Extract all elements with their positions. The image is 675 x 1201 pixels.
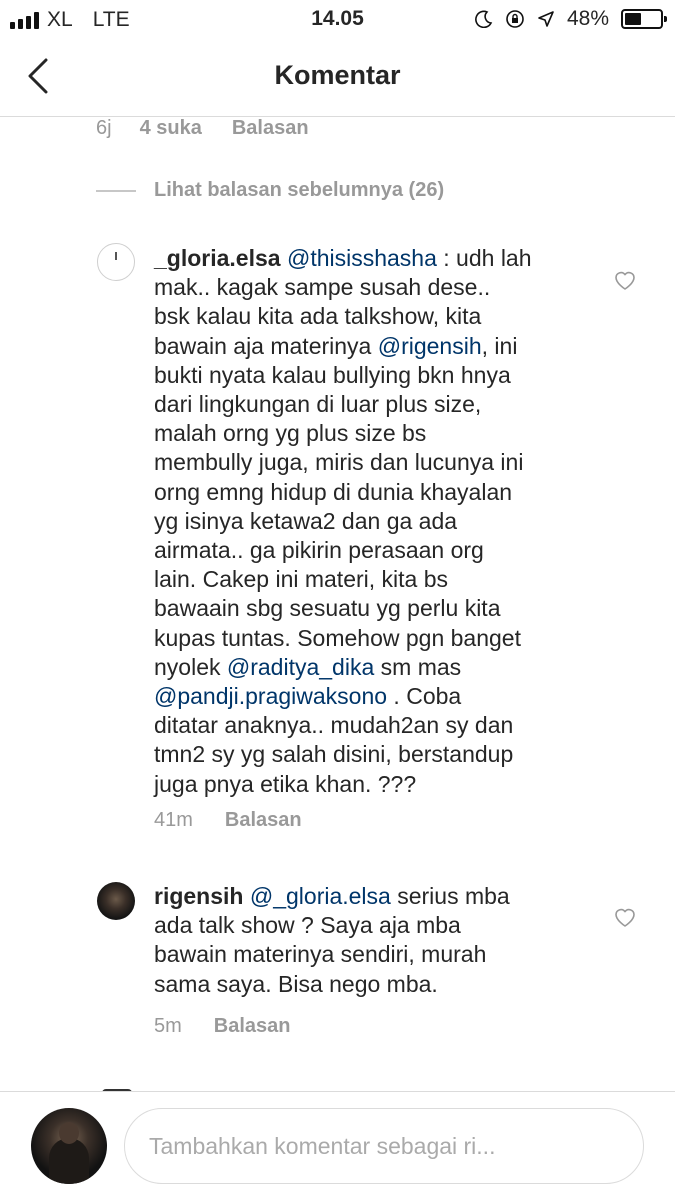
comment-line: ditatar anaknya.. mudah2an sy dan	[154, 712, 514, 739]
battery-icon	[621, 9, 667, 29]
heart-icon[interactable]	[613, 906, 637, 928]
view-previous-replies[interactable]: Lihat balasan sebelumnya (26)	[96, 179, 444, 202]
comment-line: airmata.. ga pikirin perasaan org	[154, 537, 484, 564]
comment-meta: 41m Balasan	[154, 809, 302, 832]
like-count[interactable]: 4 suka	[140, 117, 202, 140]
comment-time: 6j	[96, 117, 112, 139]
comment-line: rigensih @_gloria.elsa serius mba	[154, 883, 510, 909]
divider-line	[96, 189, 136, 192]
comment-input[interactable]	[147, 1131, 621, 1161]
comment-line: bawain materinya sendiri, murah	[154, 941, 487, 968]
comment-time: 41m	[154, 809, 193, 831]
view-previous-label: Lihat balasan sebelumnya (26)	[154, 179, 445, 201]
comment-username[interactable]: _gloria.elsa	[154, 245, 281, 271]
comment-line: membully juga, miris dan lucunya ini	[154, 449, 524, 476]
heart-icon[interactable]	[613, 269, 637, 291]
comment-composer	[0, 1091, 675, 1201]
comment-line: malah orng yg plus size bs	[154, 420, 427, 447]
comment-username[interactable]: rigensih	[154, 883, 243, 909]
mention-link[interactable]: @raditya_dika	[227, 654, 374, 680]
comment-line: mak.. kagak sampe susah dese..	[154, 274, 491, 301]
comment-line: @pandji.pragiwaksono . Coba	[154, 683, 462, 710]
moon-icon	[475, 10, 493, 28]
comment-line: sama saya. Bisa nego mba.	[154, 970, 438, 997]
comment-line: lain. Cakep ini materi, kita bs	[154, 566, 449, 593]
reply-button[interactable]: Balasan	[232, 117, 309, 140]
comment-line: bawaain sbg sesuatu yg perlu kita	[154, 595, 501, 622]
comment-line: nyolek @raditya_dika sm mas	[154, 653, 462, 680]
comment-time: 5m	[154, 1015, 182, 1037]
comment-line: kupas tuntas. Somehow pgn banget	[154, 624, 521, 651]
avatar[interactable]	[97, 243, 135, 281]
comment-line: bukti nyata kalau bullying bkn hnya	[154, 361, 511, 388]
comment-line: _gloria.elsa @thisisshasha : udh lah	[154, 245, 532, 271]
comment-line: ada talk show ? Saya aja mba	[154, 912, 461, 939]
mention-link[interactable]: @rigensih	[378, 333, 482, 359]
status-bar: XL LTE 14.05 48%	[0, 0, 675, 38]
comment-line: juga pnya etika khan. ???	[154, 770, 417, 797]
page-title: Komentar	[274, 60, 401, 90]
back-button[interactable]	[18, 56, 58, 96]
back-arrow-icon	[28, 58, 48, 94]
comment-line: orng emng hidup di dunia khayalan	[154, 478, 513, 505]
comment-line: dari lingkungan di luar plus size,	[154, 391, 482, 418]
comment-meta: 5m Balasan	[154, 1015, 291, 1038]
orientation-lock-icon	[506, 10, 524, 28]
comment-line: bsk kalau kita ada talkshow, kita	[154, 303, 482, 330]
location-arrow-icon	[538, 11, 554, 27]
reply-button[interactable]: Balasan	[214, 1015, 291, 1038]
reply-button[interactable]: Balasan	[225, 809, 302, 832]
mention-link[interactable]: @_gloria.elsa	[250, 883, 391, 909]
comment-body: rigensih @_gloria.elsa serius mba ada tal…	[154, 882, 584, 999]
mention-link[interactable]: @pandji.pragiwaksono	[154, 683, 387, 709]
status-right: 48%	[475, 7, 667, 31]
comment-line: tmn2 sy yg salah disini, berstandup	[154, 741, 514, 768]
comment-body: _gloria.elsa @thisisshasha : udh lah mak.…	[154, 244, 584, 799]
mention-link[interactable]: @thisisshasha	[287, 245, 437, 271]
comment-line: yg isinya ketawa2 dan ga ada	[154, 507, 458, 534]
previous-comment-meta: 6j 4 suka Balasan	[96, 117, 309, 140]
current-user-avatar	[31, 1108, 107, 1184]
battery-percent: 48%	[566, 7, 609, 30]
comment-line: bawain aja materinya @rigensih, ini	[154, 332, 518, 359]
comment-input-wrapper[interactable]	[124, 1108, 644, 1184]
header: Komentar	[0, 38, 675, 117]
comment-list[interactable]: 6j 4 suka Balasan Lihat balasan sebelumn…	[0, 117, 675, 1091]
avatar[interactable]	[97, 882, 135, 920]
